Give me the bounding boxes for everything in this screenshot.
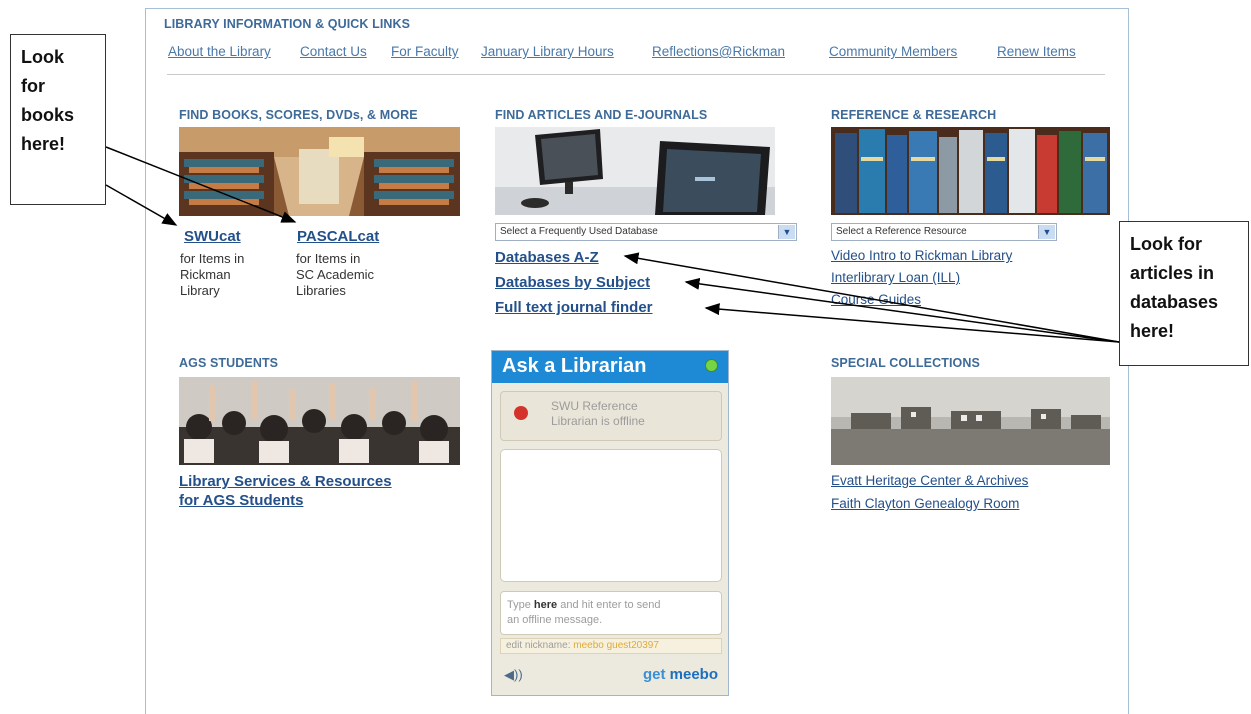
arrow-to-swucat <box>105 184 178 226</box>
arrow-to-databases-az <box>623 252 1120 343</box>
arrow-to-pascalcat <box>105 146 297 223</box>
annotation-arrows <box>105 146 1120 343</box>
